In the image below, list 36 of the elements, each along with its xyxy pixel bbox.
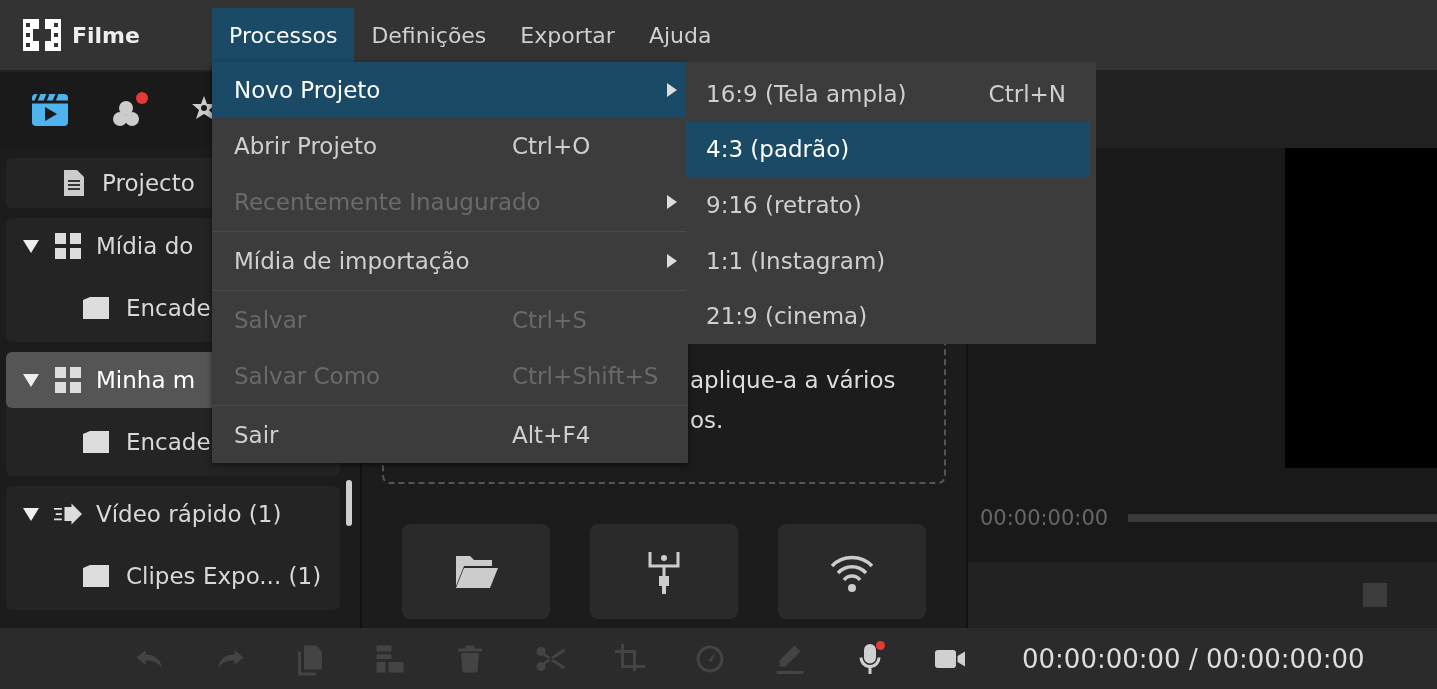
menu-bar-item[interactable]: Exportar [503,8,632,62]
scrollbar-thumb[interactable] [346,480,352,526]
tree-item[interactable]: Clipes Expo... (1) [6,542,340,610]
timecode: 00:00:00:00 / 00:00:00:00 [1022,643,1365,674]
open-folder-button[interactable] [402,524,550,619]
menu-item[interactable]: 9:16 (retrato) [686,177,1090,233]
menu-bar-item[interactable]: Definições [354,8,504,62]
grid-icon [54,366,82,394]
menu-item[interactable]: 4:3 (padrão) [686,121,1090,178]
folder-icon [82,294,110,322]
usb-device-button[interactable] [590,524,738,619]
folder-icon [82,562,110,590]
submenu-arrow-icon [666,83,678,97]
menu-item[interactable]: Novo Projeto [212,62,688,118]
menu-bar-item[interactable]: Processos [212,8,355,62]
folder-icon [82,428,110,456]
menu-item[interactable]: Sair Alt+F4 [212,407,688,463]
wifi-button[interactable] [778,524,926,619]
submenu-arrow-icon [666,254,678,268]
menu-item[interactable]: 16:9 (Tela ampla) Ctrl+N [686,66,1090,122]
progress-track[interactable] [1128,514,1437,522]
timecode: 00:00:00:00 [980,506,1109,530]
caret-icon[interactable] [22,238,40,254]
tree-item[interactable]: Vídeo rápido (1) [6,486,340,542]
hint-text: aplique-a a vários [690,366,897,395]
submenu-arrow-icon [666,195,678,209]
menu-item[interactable]: 21:9 (cinema) [686,288,1090,344]
hint-text: os. [690,406,725,435]
app-name: Filme [72,22,140,48]
menu-item[interactable]: 1:1 (Instagram) [686,232,1090,289]
menu-item[interactable]: Mídia de importação [212,233,688,289]
film-logo-icon [22,17,62,53]
caret-icon[interactable] [22,372,40,388]
menu-bar-item[interactable]: Ajuda [631,8,729,62]
grid-icon [54,232,82,260]
caret-icon[interactable] [22,506,40,522]
